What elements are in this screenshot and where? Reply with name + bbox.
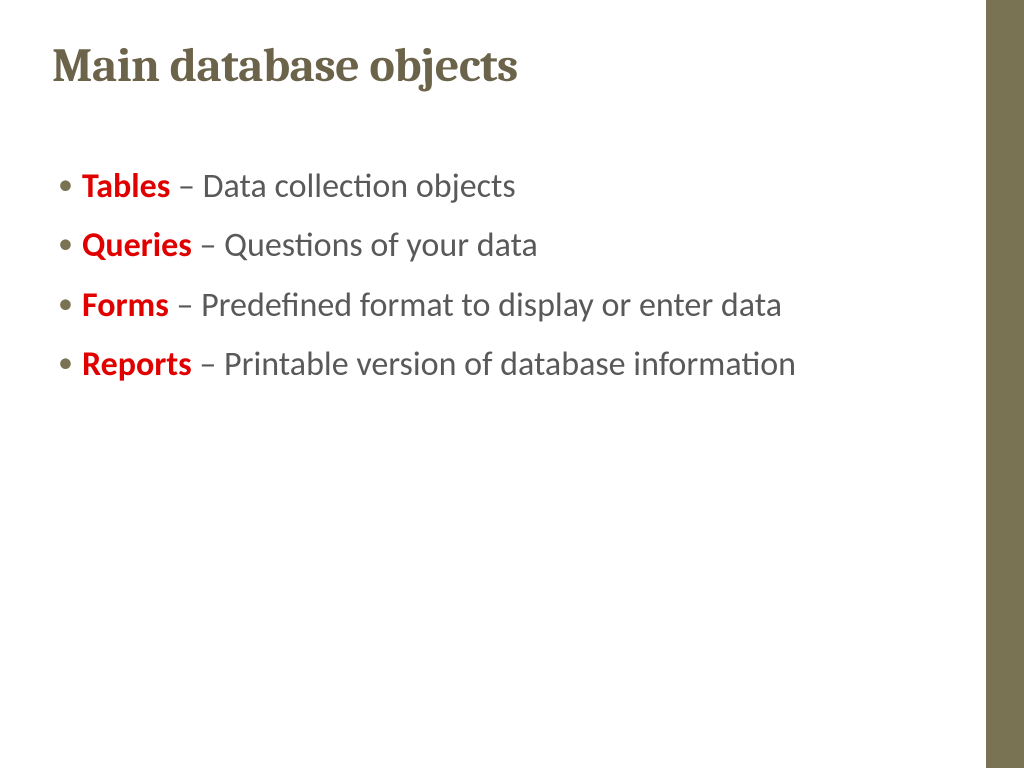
side-accent-bar [986,0,1024,768]
description: – Questions of your data [192,225,538,266]
slide-title: Main database objects [52,40,906,93]
description: – Printable version of database informat… [192,344,796,385]
description: – Data collection objects [170,166,515,207]
term: Queries [82,225,192,266]
term: Tables [82,166,170,207]
list-item: Tables – Data collection objects [52,165,906,209]
list-item: Queries – Questions of your data [52,224,906,268]
list-item: Reports – Printable version of database … [52,343,906,387]
term: Reports [82,344,192,385]
slide-content: Main database objects Tables – Data coll… [0,0,986,387]
term: Forms [82,285,169,326]
description: – Predefined format to display or enter … [169,285,782,326]
list-item: Forms – Predefined format to display or … [52,284,906,328]
bullet-list: Tables – Data collection objects Queries… [52,165,906,387]
